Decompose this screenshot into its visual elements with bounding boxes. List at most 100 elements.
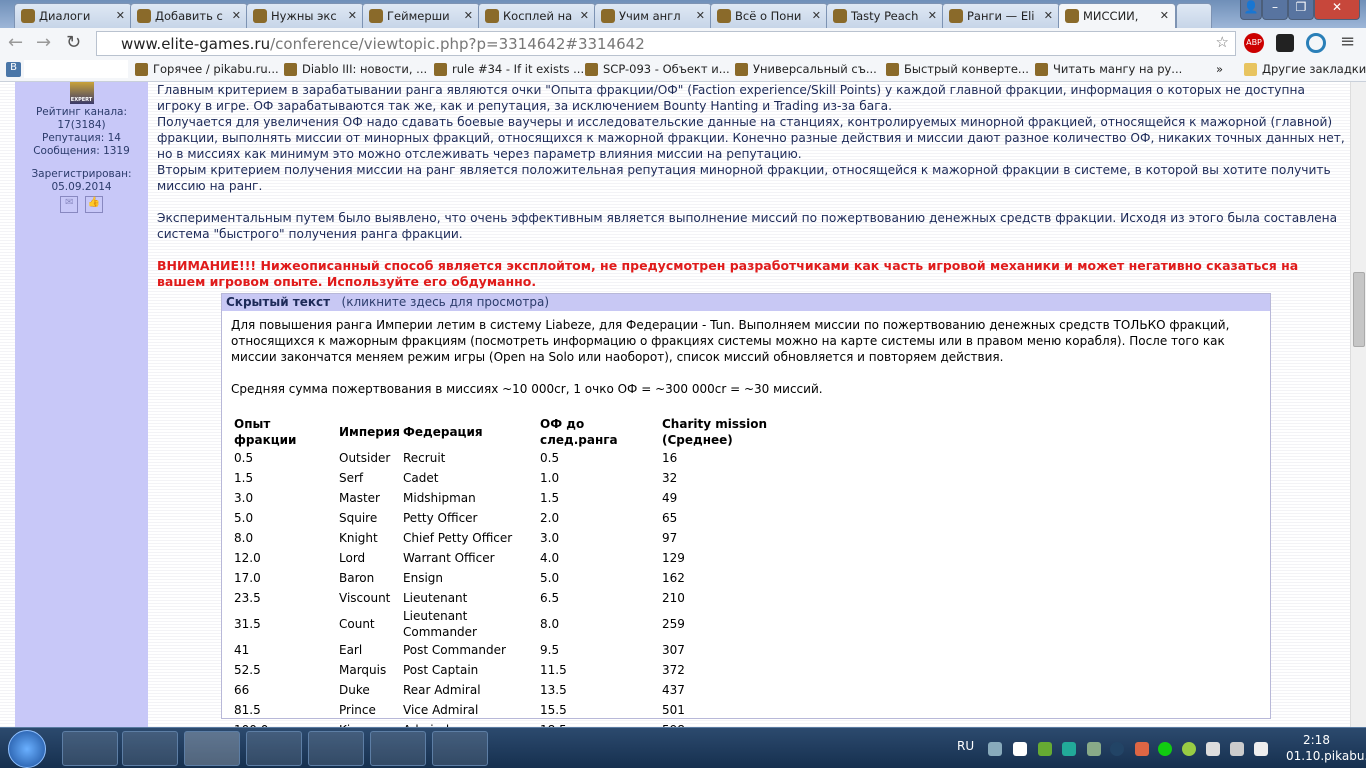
tab[interactable]: Tasty Peach ✕ xyxy=(826,3,944,28)
taskbar-app[interactable] xyxy=(122,731,178,766)
forward-icon[interactable]: → xyxy=(36,32,51,53)
table-cell: 32 xyxy=(662,471,678,485)
volume-icon[interactable] xyxy=(1254,742,1268,756)
taskbar-chrome[interactable] xyxy=(184,731,240,766)
tab[interactable]: Добавить с ✕ xyxy=(130,3,248,28)
usb-icon[interactable] xyxy=(1087,742,1101,756)
menu-icon[interactable]: ≡ xyxy=(1340,31,1355,52)
user-button[interactable]: 👤 xyxy=(1240,0,1262,20)
close-tab-icon[interactable]: ✕ xyxy=(116,9,125,22)
nvidia-icon[interactable] xyxy=(1038,742,1052,756)
tab[interactable]: Всё о Пони ✕ xyxy=(710,3,828,28)
table-cell: 17.0 xyxy=(234,571,261,585)
bookmark-item[interactable]: Diablo III: новости, ... xyxy=(284,62,427,76)
close-tab-icon[interactable]: ✕ xyxy=(928,9,937,22)
bookmark-favicon-icon xyxy=(735,63,748,76)
tray-icon[interactable] xyxy=(988,742,1002,756)
clock-time[interactable]: 2:18 xyxy=(1303,733,1330,747)
close-tab-icon[interactable]: ✕ xyxy=(812,9,821,22)
vk-icon[interactable]: В xyxy=(6,62,21,77)
favicon-icon xyxy=(137,9,151,23)
bookmark-item[interactable]: Горячее / pikabu.ru... xyxy=(135,62,279,76)
back-icon[interactable]: ← xyxy=(8,32,23,53)
hidden-text-block: Скрытый текст (кликните здесь для просмо… xyxy=(221,293,1271,737)
table-row: 1.5 Serf Cadet 1.0 32 xyxy=(234,468,842,488)
start-button[interactable] xyxy=(8,730,46,768)
tab[interactable]: МИССИИ, ✕ xyxy=(1058,3,1176,29)
bookmark-redacted[interactable] xyxy=(24,60,128,78)
close-tab-icon[interactable]: ✕ xyxy=(580,9,589,22)
table-cell: 65 xyxy=(662,511,678,525)
address-bar[interactable]: www.elite-games.ru/conference/viewtopic.… xyxy=(96,31,1236,56)
bookmark-item[interactable]: rule #34 - If it exists ... xyxy=(434,62,584,76)
table-cell: 259 xyxy=(662,617,685,631)
scrollbar[interactable] xyxy=(1350,82,1366,727)
table-cell: Warrant Officer xyxy=(403,551,495,565)
speaker-icon[interactable] xyxy=(1135,742,1149,756)
messages-count: Сообщения: 1319 xyxy=(33,145,130,157)
hidden-text-body: Для повышения ранга Империи летим в сист… xyxy=(222,311,1270,746)
star-icon[interactable]: ☆ xyxy=(1216,33,1229,51)
close-tab-icon[interactable]: ✕ xyxy=(1044,9,1053,22)
column-header: Опыт фракции xyxy=(234,417,297,447)
bookmark-item[interactable]: Быстрый конверте... xyxy=(886,62,1029,76)
clock-date[interactable]: 01.10.pikabu.ru xyxy=(1286,749,1366,763)
close-tab-icon[interactable]: ✕ xyxy=(1160,9,1169,22)
minimize-button[interactable]: – xyxy=(1262,0,1288,20)
tab[interactable]: Геймерши ✕ xyxy=(362,3,480,28)
flag-icon[interactable] xyxy=(1206,742,1220,756)
bookmark-item[interactable]: SCP-093 - Объект и... xyxy=(585,62,730,76)
table-cell: Marquis xyxy=(339,663,387,677)
taskbar-elite-game[interactable] xyxy=(370,731,426,766)
green-tray-icon[interactable] xyxy=(1158,742,1172,756)
eset-icon[interactable] xyxy=(1062,742,1076,756)
bookmarks-more[interactable]: » xyxy=(1216,62,1223,76)
table-cell: Duke xyxy=(339,683,370,697)
private-message-icon[interactable]: ✉ xyxy=(60,196,79,213)
warning-text: ВНИМАНИЕ!!! Нижеописанный способ являетс… xyxy=(157,258,1299,289)
adblock-icon[interactable]: ABP xyxy=(1244,33,1264,53)
scrollbar-thumb[interactable] xyxy=(1353,272,1365,347)
close-tab-icon[interactable]: ✕ xyxy=(696,9,705,22)
network-icon[interactable] xyxy=(1230,742,1244,756)
table-cell: 501 xyxy=(662,703,685,717)
table-cell: 66 xyxy=(234,683,250,697)
hidden-text-toggle[interactable]: Скрытый текст (кликните здесь для просмо… xyxy=(222,294,1270,311)
check-tray-icon[interactable] xyxy=(1182,742,1196,756)
table-cell: 8.0 xyxy=(540,617,560,631)
table-row: 5.0 Squire Petty Officer 2.0 65 xyxy=(234,508,842,528)
maximize-button[interactable]: ❐ xyxy=(1288,0,1314,20)
thumbs-up-icon[interactable]: 👍 xyxy=(84,196,103,213)
other-bookmarks[interactable]: Другие закладки xyxy=(1244,62,1366,76)
close-tab-icon[interactable]: ✕ xyxy=(464,9,473,22)
expert-badge: EXPERT xyxy=(69,82,94,104)
table-cell: Serf xyxy=(339,471,364,485)
new-tab-button[interactable] xyxy=(1176,3,1212,28)
taskbar-elite-launcher[interactable] xyxy=(308,731,364,766)
language-indicator[interactable]: RU xyxy=(957,739,974,753)
steam-icon[interactable] xyxy=(1110,742,1124,756)
taskbar-explorer[interactable] xyxy=(62,731,118,766)
close-window-button[interactable]: ✕ xyxy=(1314,0,1360,20)
tab[interactable]: Косплей на ✕ xyxy=(478,3,596,28)
tab[interactable]: Ранги — Eli ✕ xyxy=(942,3,1060,28)
bookmark-item[interactable]: Универсальный съ... xyxy=(735,62,877,76)
table-row: 31.5 Count Lieutenant Commander 8.0 259 xyxy=(234,608,842,640)
column-header: Федерация xyxy=(403,425,483,439)
taskbar-skype[interactable] xyxy=(246,731,302,766)
table-cell: Chief Petty Officer xyxy=(403,531,513,545)
extension-drop-icon[interactable] xyxy=(1306,33,1326,53)
reload-icon[interactable]: ↻ xyxy=(66,32,81,53)
table-cell: Earl xyxy=(339,643,363,657)
close-tab-icon[interactable]: ✕ xyxy=(348,9,357,22)
extension-icon[interactable] xyxy=(1276,34,1294,52)
bookmark-item[interactable]: Читать мангу на ру... xyxy=(1035,62,1182,76)
close-tab-icon[interactable]: ✕ xyxy=(232,9,241,22)
tab[interactable]: Диалоги ✕ xyxy=(14,3,132,28)
windows-icon[interactable] xyxy=(1013,742,1027,756)
tab[interactable]: Учим англ ✕ xyxy=(594,3,712,28)
taskbar-app-2[interactable] xyxy=(432,731,488,766)
tab[interactable]: Нужны экс ✕ xyxy=(246,3,364,28)
table-cell: 1.5 xyxy=(234,471,254,485)
bookmark-favicon-icon xyxy=(434,63,447,76)
